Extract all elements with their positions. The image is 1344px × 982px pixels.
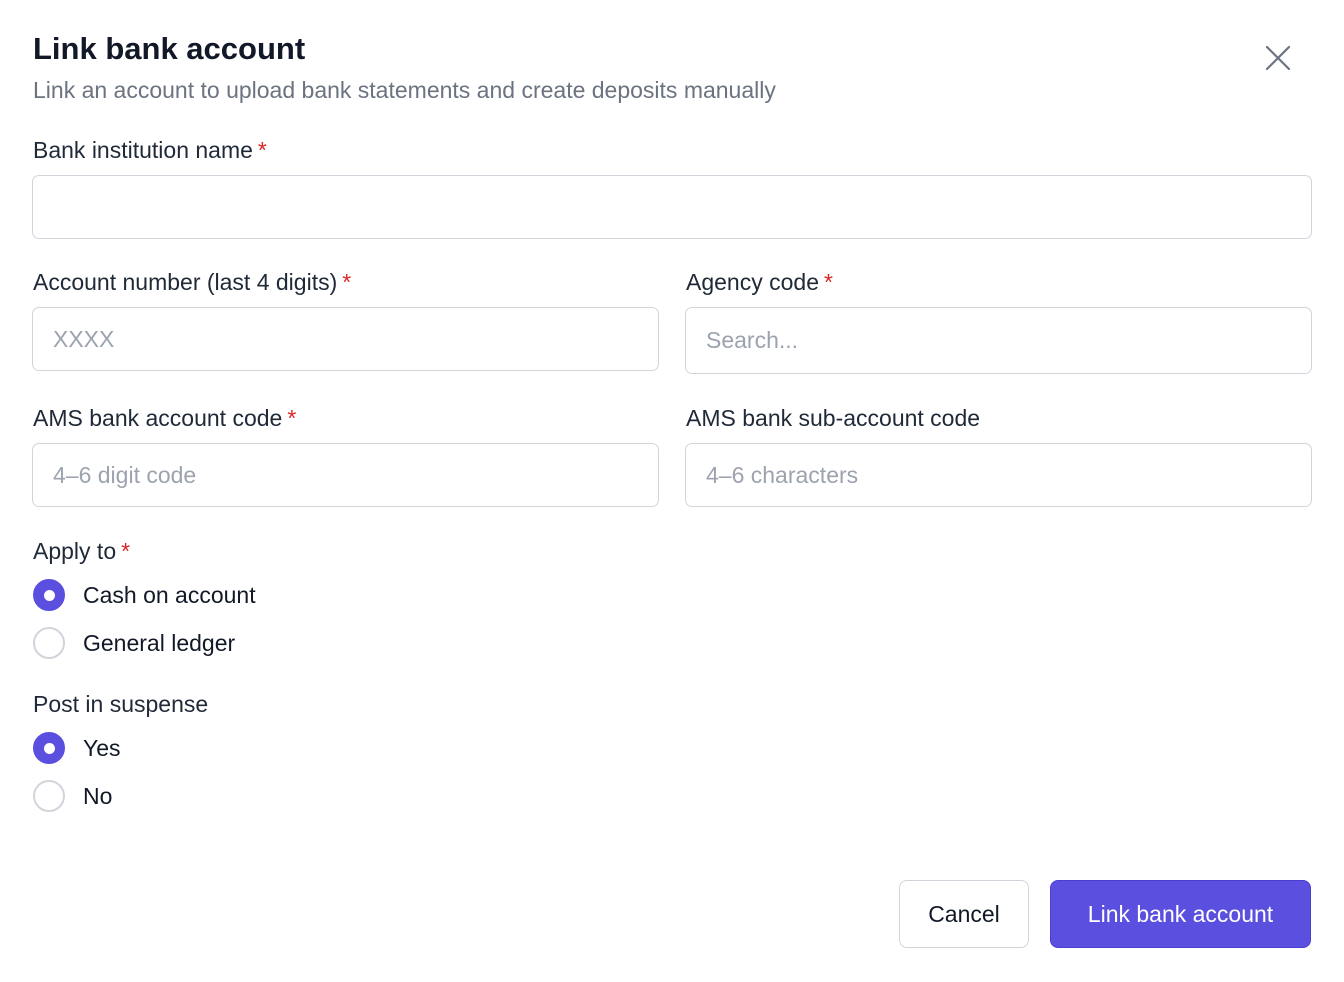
agency-code-label-text: Agency code [686,269,819,295]
ams-bank-sub-account-code-input[interactable] [685,443,1312,507]
required-asterisk: * [121,538,131,564]
bank-institution-name-label-text: Bank institution name [33,137,253,163]
agency-code-label: Agency code * [686,267,833,297]
required-asterisk: * [257,137,267,163]
radio-label: No [83,783,113,809]
ams-bank-account-code-input[interactable] [32,443,659,507]
required-asterisk: * [823,269,833,295]
apply-to-label-text: Apply to [33,538,117,564]
apply-to-label: Apply to * [33,536,130,566]
required-asterisk: * [342,269,352,295]
account-number-label: Account number (last 4 digits) * [33,267,351,297]
close-button[interactable] [1258,38,1298,78]
link-bank-account-button[interactable]: Link bank account [1050,880,1311,948]
post-in-suspense-label: Post in suspense [33,691,209,717]
account-number-input[interactable] [32,307,659,371]
account-number-label-text: Account number (last 4 digits) [33,269,338,295]
bank-institution-name-input[interactable] [32,175,1312,239]
radio-cash-on-account[interactable]: Cash on account [33,578,256,612]
link-bank-account-dialog: Link bank account Link an account to upl… [0,0,1344,982]
radio-label: Cash on account [83,582,256,608]
radio-suspense-no[interactable]: No [33,779,112,813]
close-icon [1265,45,1291,71]
dialog-title: Link bank account [33,31,306,66]
bank-institution-name-label: Bank institution name * [33,135,267,165]
dialog-subtitle: Link an account to upload bank statement… [33,77,776,103]
required-asterisk: * [287,405,297,431]
agency-code-search-input[interactable] [685,307,1312,374]
radio-checked-icon[interactable] [33,579,65,611]
radio-unchecked-icon[interactable] [33,627,65,659]
radio-general-ledger[interactable]: General ledger [33,626,235,660]
radio-suspense-yes[interactable]: Yes [33,731,121,765]
radio-checked-icon[interactable] [33,732,65,764]
ams-bank-sub-account-code-label: AMS bank sub-account code [686,403,980,433]
ams-bank-sub-account-code-label-text: AMS bank sub-account code [686,405,981,431]
cancel-button[interactable]: Cancel [899,880,1029,948]
ams-bank-account-code-label-text: AMS bank account code [33,405,283,431]
ams-bank-account-code-label: AMS bank account code * [33,403,296,433]
radio-label: Yes [83,735,121,761]
radio-label: General ledger [83,630,236,656]
radio-unchecked-icon[interactable] [33,780,65,812]
